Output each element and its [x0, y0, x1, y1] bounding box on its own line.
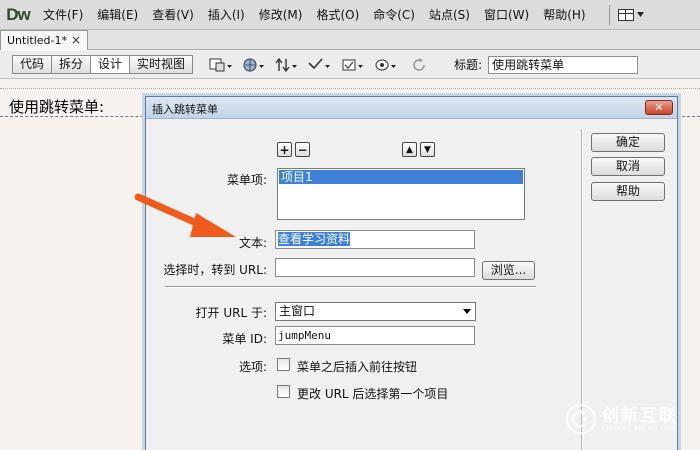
ok-button[interactable]: 确定 [591, 133, 665, 152]
add-item-button[interactable]: + [277, 142, 292, 157]
url-field[interactable] [275, 258, 475, 277]
code-view-button[interactable]: 代码 [12, 55, 53, 74]
watermark-logo-icon [566, 404, 596, 434]
live-view-button[interactable]: 实时视图 [130, 55, 194, 74]
menu-site[interactable]: 站点(S) [422, 0, 477, 30]
list-item[interactable]: 项目1 [279, 170, 523, 184]
url-label: 选择时，转到 URL: [163, 263, 267, 277]
menu-format[interactable]: 格式(O) [309, 0, 366, 30]
menu-file[interactable]: 文件(F) [36, 0, 90, 30]
document-tab[interactable]: Untitled-1* × [0, 30, 88, 50]
remove-item-button[interactable]: − [295, 142, 310, 157]
plus-icon: + [279, 142, 290, 157]
document-tab-bar: Untitled-1* × [0, 30, 700, 50]
select-first-item-label: 更改 URL 后选择第一个项目 [297, 387, 449, 401]
dialog-title: 插入跳转菜单 [152, 103, 218, 116]
menu-id-field[interactable]: jumpMenu [275, 326, 475, 345]
menu-bar: Dw 文件(F) 编辑(E) 查看(V) 插入(I) 修改(M) 格式(O) 命… [0, 0, 700, 30]
file-management-icon[interactable] [274, 56, 300, 74]
menu-separator [608, 4, 610, 25]
document-toolbar: 代码 拆分 设计 实时视图 标题: 使用跳转菜单 [0, 51, 700, 79]
open-in-value: 主窗口 [279, 304, 316, 318]
chevron-down-icon [636, 12, 644, 17]
watermark: 创新互联 CHUANG XIN HU LIAN [566, 404, 678, 434]
menu-id-label: 菜单 ID: [222, 332, 267, 346]
menu-window[interactable]: 窗口(W) [477, 0, 536, 30]
close-tab-icon[interactable]: × [71, 33, 81, 47]
visual-aids-icon[interactable] [373, 56, 399, 74]
toolbar-icons [208, 56, 432, 74]
check-browser-compat-icon[interactable] [340, 56, 366, 74]
insert-go-button-label: 菜单之后插入前往按钮 [297, 360, 418, 374]
menu-view[interactable]: 查看(V) [145, 0, 201, 30]
text-label: 文本: [238, 236, 267, 250]
open-in-select[interactable]: 主窗口 [275, 302, 476, 321]
page-title-input[interactable]: 使用跳转菜单 [488, 55, 639, 74]
form-top-border [0, 88, 700, 89]
title-label: 标题: [454, 58, 483, 72]
refresh-icon[interactable] [406, 56, 432, 74]
triangle-up-icon: ▲ [406, 144, 413, 155]
menu-items-label: 菜单项: [226, 173, 267, 187]
validate-markup-icon[interactable] [307, 56, 333, 74]
layout-grid-icon [617, 8, 634, 21]
insert-go-button-checkbox[interactable] [277, 358, 290, 371]
watermark-name: 创新互联 [602, 405, 678, 426]
options-label: 选项: [238, 360, 267, 374]
menu-items-list[interactable]: 项目1 [277, 168, 525, 220]
split-view-button[interactable]: 拆分 [52, 55, 92, 74]
minus-icon: − [297, 142, 308, 157]
layout-switcher-button[interactable] [617, 8, 644, 21]
annotation-arrow [134, 193, 236, 237]
preview-browser-icon[interactable] [241, 56, 267, 74]
move-down-button[interactable]: ▼ [420, 142, 435, 157]
dreamweaver-logo: Dw [6, 4, 31, 24]
insert-jump-menu-dialog: 插入跳转菜单 ✕ 确定 取消 帮助 + − ▲ ▼ 菜单项: 项目1 文本: 查… [145, 96, 678, 450]
select-first-item-checkbox[interactable] [277, 385, 290, 398]
move-up-button[interactable]: ▲ [402, 142, 417, 157]
open-in-label: 打开 URL 于: [195, 306, 267, 320]
menu-commands[interactable]: 命令(C) [366, 0, 422, 30]
dropdown-arrow-icon [463, 309, 471, 314]
dialog-separator [165, 286, 536, 288]
multiscreen-icon[interactable] [208, 56, 234, 74]
menu-help[interactable]: 帮助(H) [536, 0, 592, 30]
menu-modify[interactable]: 修改(M) [252, 0, 310, 30]
document-tab-title: Untitled-1* [7, 34, 67, 47]
browse-button[interactable]: 浏览... [482, 261, 535, 280]
help-button[interactable]: 帮助 [591, 182, 665, 201]
menu-edit[interactable]: 编辑(E) [90, 0, 145, 30]
text-field-value: 查看学习资料 [278, 232, 351, 246]
dialog-close-button[interactable]: ✕ [645, 100, 673, 115]
menu-insert[interactable]: 插入(I) [201, 0, 252, 30]
document-body-text: 使用跳转菜单: [9, 98, 105, 116]
dialog-divider [581, 129, 583, 450]
cancel-button[interactable]: 取消 [591, 157, 665, 176]
triangle-down-icon: ▼ [424, 144, 431, 155]
watermark-subtitle: CHUANG XIN HU LIAN [602, 424, 677, 432]
dialog-title-bar: 插入跳转菜单 ✕ [146, 97, 677, 119]
text-field[interactable]: 查看学习资料 [275, 230, 475, 249]
view-buttons: 代码 拆分 设计 实时视图 [12, 55, 194, 74]
design-view-button[interactable]: 设计 [91, 55, 131, 74]
